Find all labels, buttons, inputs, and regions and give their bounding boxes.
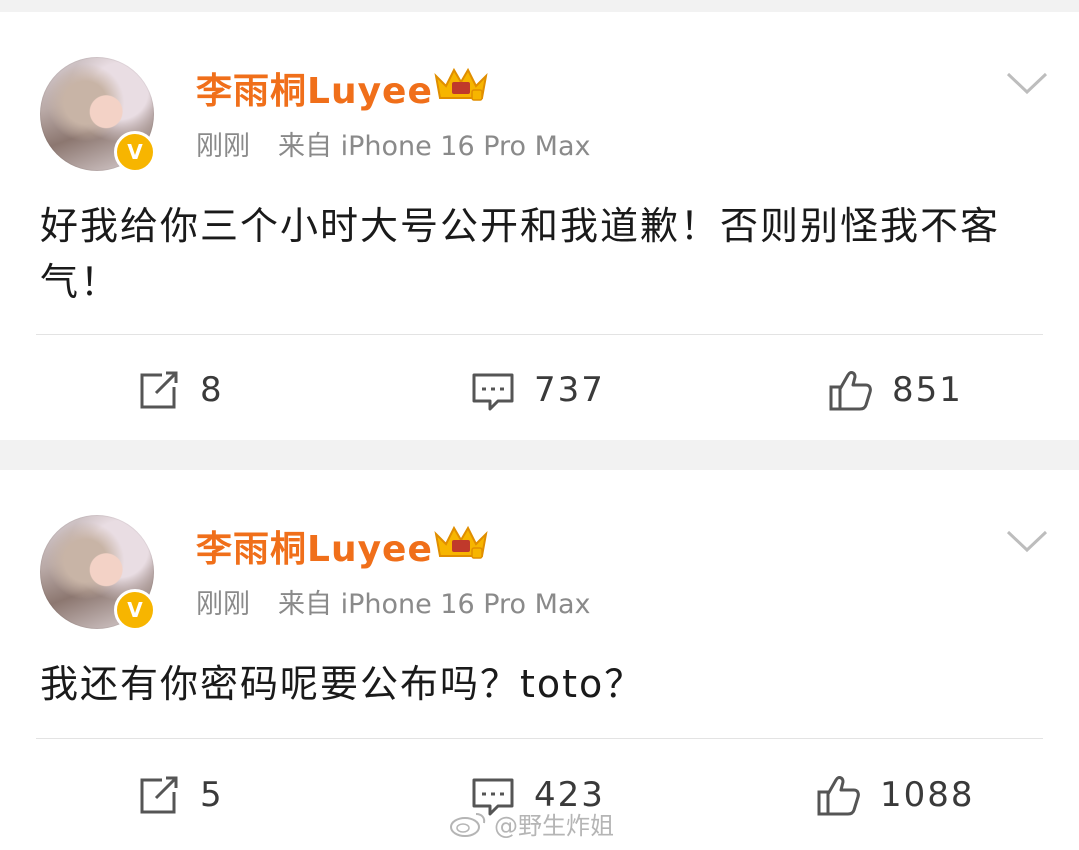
like-button[interactable]: 1088 (816, 760, 975, 830)
post-meta: 刚刚 来自 iPhone 16 Pro Max (196, 124, 590, 163)
post-text: 好我给你三个小时大号公开和我道歉！否则别怪我不客气！ (40, 204, 1001, 304)
avatar[interactable]: V (40, 515, 156, 631)
chevron-down-icon[interactable] (1005, 70, 1049, 96)
watermark: @野生炸姐 (448, 806, 614, 841)
post-time: 刚刚 (196, 131, 250, 162)
repost-button[interactable]: 8 (136, 355, 224, 425)
watermark-text: @野生炸姐 (494, 812, 614, 840)
thumbs-up-icon (829, 371, 872, 411)
comment-icon (472, 373, 514, 411)
username[interactable]: 李雨桐Luyee (196, 62, 433, 114)
divider (36, 738, 1043, 739)
post-time: 刚刚 (196, 589, 250, 620)
weibo-feed: V 李雨桐Luyee 刚刚 来自 iPhone 16 Pro Max 好我给你三个… (0, 0, 1079, 850)
post-source: 来自 iPhone 16 Pro Max (278, 131, 591, 162)
verified-v-badge-icon: V (114, 131, 156, 173)
repost-icon (140, 371, 178, 409)
like-count: 1088 (880, 775, 975, 815)
post-source: 来自 iPhone 16 Pro Max (278, 589, 591, 620)
comment-button[interactable]: 737 (470, 355, 605, 425)
chevron-down-icon[interactable] (1005, 528, 1049, 554)
repost-icon (140, 776, 178, 814)
post-card: V 李雨桐Luyee 刚刚 来自 iPhone 16 Pro Max 我还有你密码… (0, 470, 1079, 850)
repost-button[interactable]: 5 (136, 760, 224, 830)
username[interactable]: 李雨桐Luyee (196, 520, 433, 572)
crown-icon (434, 525, 488, 559)
like-count: 851 (892, 370, 963, 410)
repost-count: 8 (200, 370, 224, 410)
post-card: V 李雨桐Luyee 刚刚 来自 iPhone 16 Pro Max 好我给你三个… (0, 12, 1079, 440)
repost-count: 5 (200, 775, 224, 815)
thumbs-up-icon (817, 776, 860, 816)
avatar[interactable]: V (40, 57, 156, 173)
post-meta: 刚刚 来自 iPhone 16 Pro Max (196, 582, 590, 621)
post-text: 我还有你密码呢要公布吗？toto？ (40, 662, 645, 706)
action-bar: 8 737 851 (0, 355, 1079, 425)
crown-icon (434, 67, 488, 101)
verified-v-badge-icon: V (114, 589, 156, 631)
like-button[interactable]: 851 (828, 355, 963, 425)
weibo-logo-icon (450, 812, 486, 837)
comment-count: 737 (534, 370, 605, 410)
divider (36, 334, 1043, 335)
